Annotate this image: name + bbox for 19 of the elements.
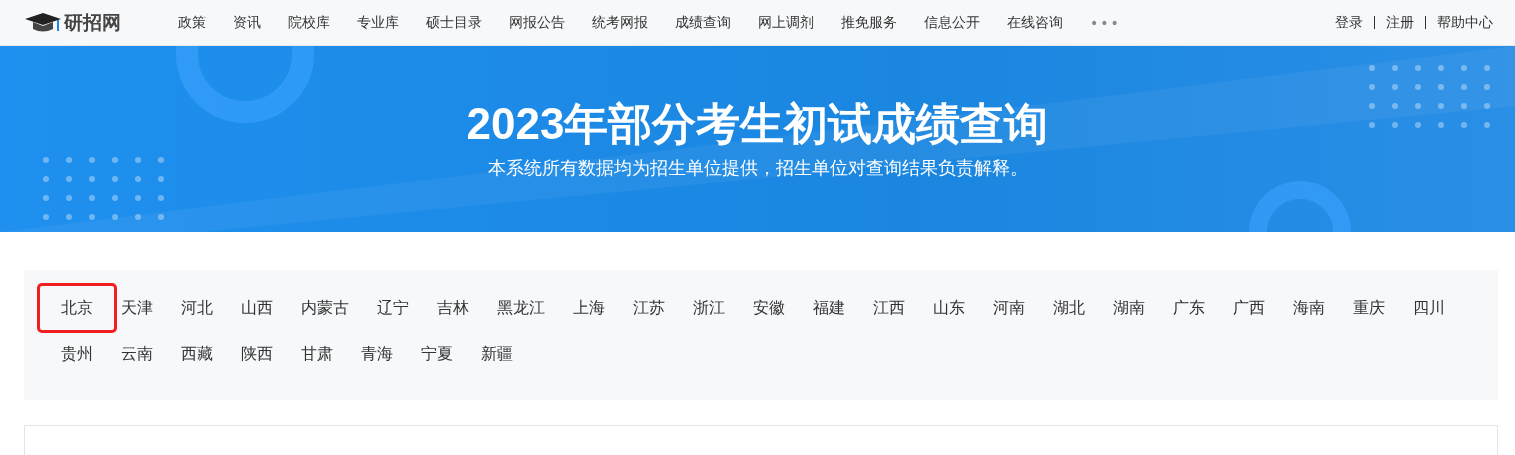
region-link[interactable]: 北京 xyxy=(37,283,117,333)
nav-link[interactable]: 院校库 xyxy=(288,13,330,32)
nav-link[interactable]: 统考网报 xyxy=(592,13,648,32)
nav-link[interactable]: 专业库 xyxy=(357,13,399,32)
page-title: 2023年部分考生初试成绩查询 xyxy=(466,97,1049,150)
nav-link[interactable]: 在线咨询 xyxy=(1007,13,1063,32)
logo-text[interactable]: 研招网 xyxy=(64,9,121,36)
nav-link[interactable]: 硕士目录 xyxy=(426,13,482,32)
nav-link[interactable]: 资讯 xyxy=(233,13,261,32)
nav-link[interactable]: 网上调剂 xyxy=(758,13,814,32)
nav-link[interactable]: 成绩查询 xyxy=(675,13,731,32)
nav-link[interactable]: 推免服务 xyxy=(841,13,897,32)
account-link[interactable]: 登录 xyxy=(1335,13,1363,32)
account-link[interactable]: 帮助中心 xyxy=(1437,13,1493,32)
page-subtitle: 本系统所有数据均为招生单位提供，招生单位对查询结果负责解释。 xyxy=(487,156,1028,181)
nav-link[interactable]: 网报公告 xyxy=(509,13,565,32)
nav-link[interactable]: 政策 xyxy=(178,13,206,32)
nav-link[interactable]: 信息公开 xyxy=(924,13,980,32)
account-link[interactable]: 注册 xyxy=(1386,13,1414,32)
